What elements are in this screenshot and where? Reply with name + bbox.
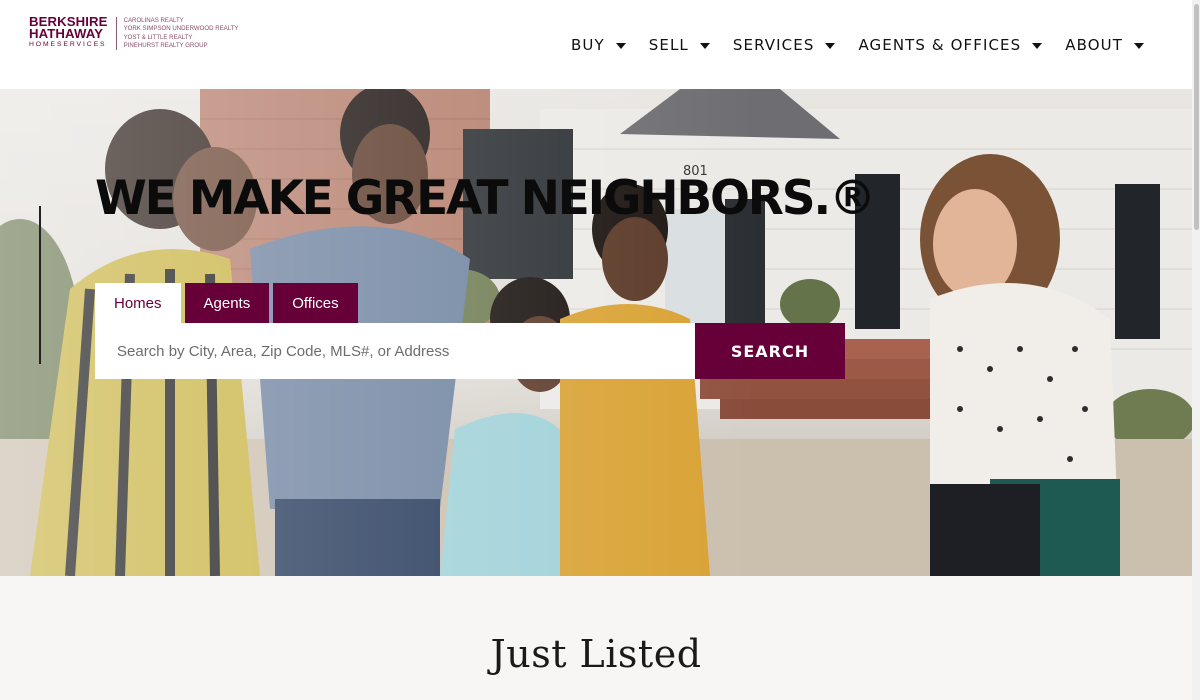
nav-item-sell[interactable]: SELL — [649, 36, 710, 54]
just-listed-section: Just Listed — [0, 576, 1192, 700]
site-header: BERKSHIRE HATHAWAY HOMESERVICES CAROLINA… — [0, 0, 1200, 89]
nav-item-label: ABOUT — [1065, 36, 1123, 54]
section-title: Just Listed — [490, 632, 702, 676]
affiliate-name: YORK SIMPSON UNDERWOOD REALTY — [123, 25, 239, 33]
nav-item-buy[interactable]: BUY — [571, 36, 626, 54]
search-button[interactable]: SEARCH — [695, 323, 845, 379]
nav-item-label: SERVICES — [732, 36, 815, 54]
logo-divider — [115, 17, 117, 50]
search-input[interactable] — [115, 341, 679, 361]
nav-item-label: SELL — [648, 36, 689, 54]
affiliate-name: CAROLINAS REALTY — [123, 17, 184, 24]
page-scrollbar[interactable] — [1192, 0, 1200, 700]
tab-agents[interactable]: Agents — [184, 283, 270, 323]
caret-down-icon — [699, 42, 710, 49]
hero-divider-line — [39, 206, 41, 364]
search-box — [95, 323, 695, 379]
caret-down-icon — [1032, 42, 1043, 49]
affiliate-name: YOST & LITTLE REALTY — [123, 33, 193, 41]
caret-down-icon — [1134, 42, 1144, 49]
search-tabs: Homes Agents Offices — [95, 283, 362, 323]
hero-banner: 801 WE MAKE GREAT NEIGHBORS.® Homes Agen… — [0, 89, 1192, 576]
caret-down-icon — [825, 42, 836, 49]
nav-item-agents-offices[interactable]: AGENTS & OFFICES — [858, 36, 1043, 54]
caret-down-icon — [615, 42, 626, 49]
logo-wordmark: BERKSHIRE HATHAWAY HOMESERVICES — [29, 15, 108, 52]
scrollbar-thumb[interactable] — [1194, 4, 1199, 230]
nav-item-label: BUY — [571, 36, 605, 54]
brand-logo[interactable]: BERKSHIRE HATHAWAY HOMESERVICES CAROLINA… — [29, 15, 239, 52]
affiliate-name: PINEHURST REALTY GROUP — [123, 42, 208, 50]
nav-item-about[interactable]: ABOUT — [1065, 36, 1144, 54]
logo-affiliates: CAROLINAS REALTY YORK SIMPSON UNDERWOOD … — [124, 16, 239, 52]
nav-item-label: AGENTS & OFFICES — [858, 36, 1022, 54]
logo-line-2: HATHAWAY — [29, 26, 104, 41]
hero-headline: WE MAKE GREAT NEIGHBORS.® — [95, 171, 876, 226]
logo-line-3: HOMESERVICES — [29, 41, 107, 48]
tab-homes[interactable]: Homes — [95, 283, 181, 323]
nav-item-services[interactable]: SERVICES — [733, 36, 836, 54]
tab-offices[interactable]: Offices — [273, 283, 358, 323]
main-nav: BUY SELL SERVICES AGENTS & OFFICES ABOUT — [548, 36, 1144, 54]
